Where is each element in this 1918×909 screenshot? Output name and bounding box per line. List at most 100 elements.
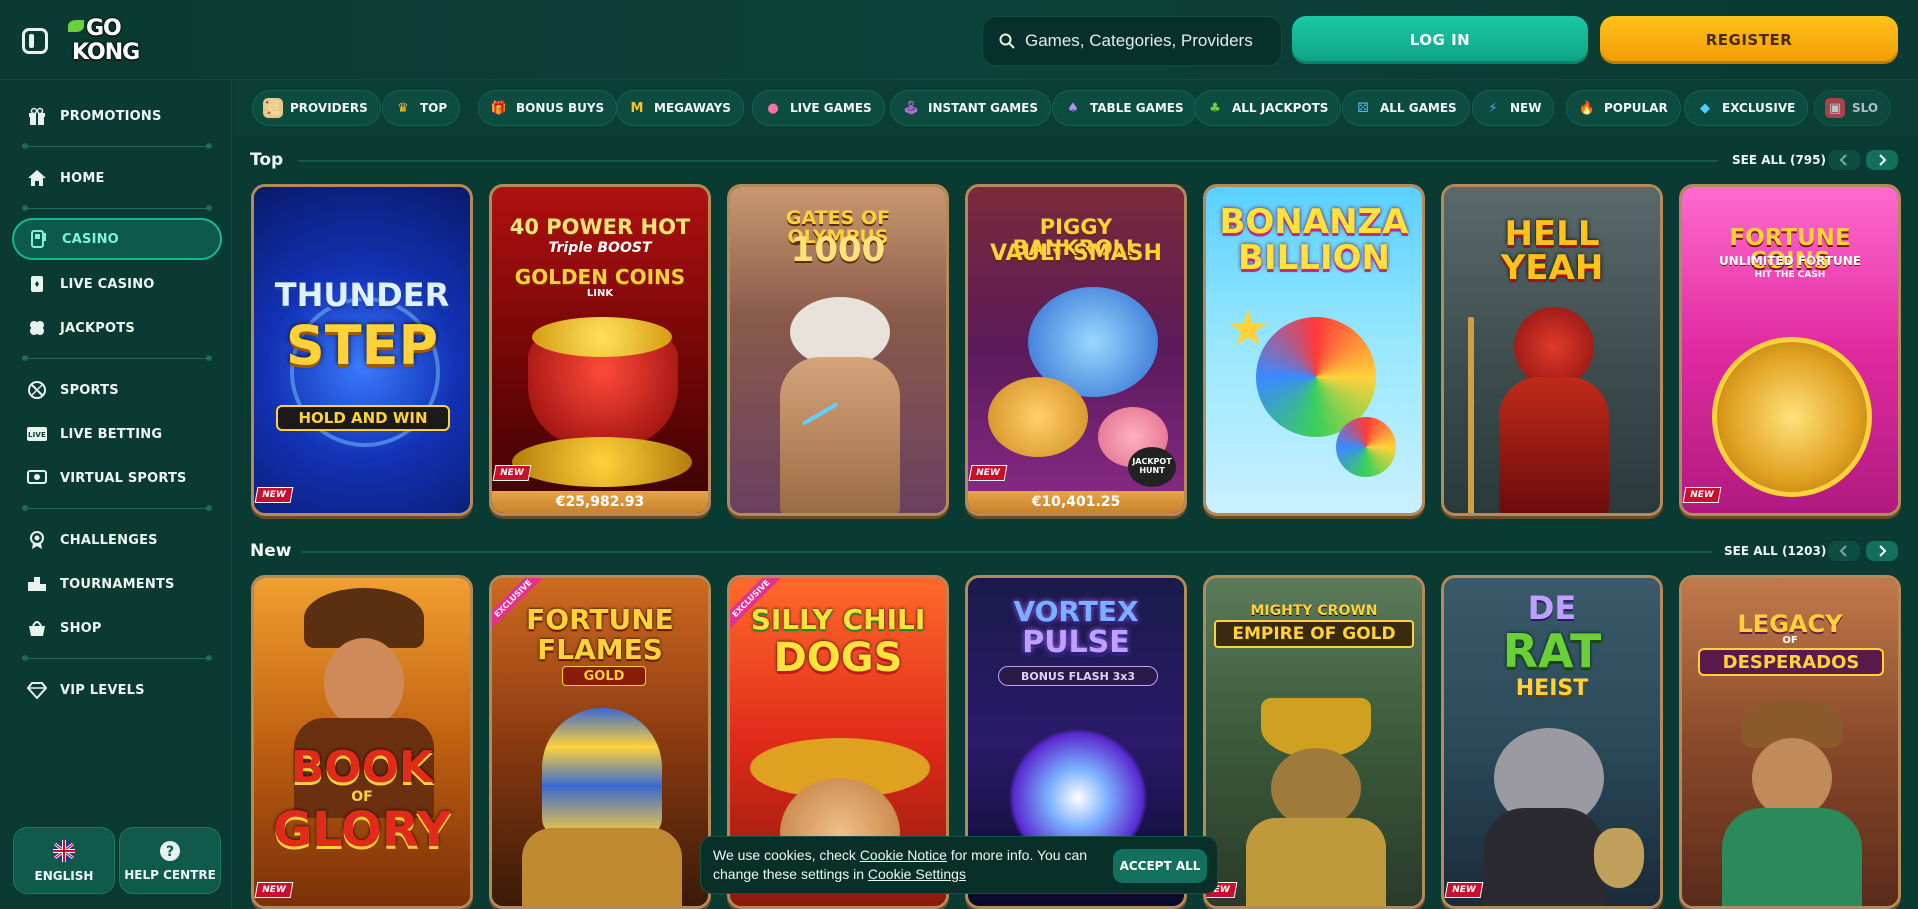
game-title-line2: BILLION bbox=[1238, 238, 1390, 278]
sidebar-item-vip-levels[interactable]: VIP LEVELS bbox=[12, 670, 222, 710]
new-badge: NEW bbox=[492, 465, 532, 481]
new-prev-button[interactable] bbox=[1828, 541, 1860, 561]
category-table-games[interactable]: ♠ TABLE GAMES bbox=[1052, 90, 1197, 126]
slot-icon: ▣ bbox=[1825, 98, 1845, 118]
game-card-piggy-bankroll[interactable]: PIGGY BANKROLL VAULT SMASH JACKPOT HUNT … bbox=[965, 184, 1187, 516]
sidebar-divider bbox=[22, 355, 212, 361]
game-subtitle: HEIST bbox=[1515, 676, 1589, 701]
category-label: PROVIDERS bbox=[290, 101, 368, 115]
game-title: HELL YEAH bbox=[1500, 214, 1604, 288]
jackpot-hunt-badge: JACKPOT HUNT bbox=[1128, 447, 1176, 487]
category-top[interactable]: ♛ TOP bbox=[382, 90, 461, 126]
jackpot-amount: €10,401.25 bbox=[968, 491, 1184, 513]
sidebar-item-label: SPORTS bbox=[60, 382, 119, 398]
sidebar-item-label: LIVE BETTING bbox=[60, 426, 163, 442]
game-card-book-of-glory[interactable]: BOOK OF GLORY NEW bbox=[251, 575, 473, 909]
help-centre-button[interactable]: ? HELP CENTRE bbox=[119, 827, 221, 894]
login-button[interactable]: LOG IN bbox=[1292, 16, 1588, 64]
chip-icon: ● bbox=[767, 100, 779, 116]
see-all-top-link[interactable]: SEE ALL (795) bbox=[1732, 153, 1826, 167]
game-subtitle: HOLD AND WIN bbox=[276, 405, 450, 431]
top-next-button[interactable] bbox=[1866, 150, 1898, 170]
game-card-mighty-crown[interactable]: MIGHTY CROWN EMPIRE OF GOLD NEW bbox=[1203, 575, 1425, 909]
section-divider bbox=[298, 160, 1718, 162]
game-card-thunder-step[interactable]: THUNDER STEP HOLD AND WIN NEW bbox=[251, 184, 473, 516]
search-box[interactable] bbox=[982, 16, 1282, 66]
podium-icon bbox=[26, 573, 48, 595]
sidebar-item-sports[interactable]: SPORTS bbox=[12, 370, 222, 410]
sidebar-item-live-betting[interactable]: LIVE LIVE BETTING bbox=[12, 414, 222, 454]
category-label: BONUS BUYS bbox=[516, 101, 605, 115]
accept-all-button[interactable]: ACCEPT ALL bbox=[1113, 849, 1207, 883]
slot-machine-icon bbox=[28, 228, 50, 250]
gokong-logo[interactable]: GO KONG bbox=[68, 14, 142, 68]
sidebar-toggle-icon[interactable] bbox=[22, 28, 48, 54]
category-popular[interactable]: 🔥 POPULAR bbox=[1566, 90, 1681, 126]
svg-text:LIVE: LIVE bbox=[28, 431, 46, 439]
live-icon: LIVE bbox=[26, 423, 48, 445]
game-card-hell-yeah[interactable]: HELL YEAH bbox=[1441, 184, 1663, 516]
sidebar-item-jackpots[interactable]: JACKPOTS bbox=[12, 308, 222, 348]
sidebar-item-challenges[interactable]: CHALLENGES bbox=[12, 520, 222, 560]
category-providers[interactable]: 📜 PROVIDERS bbox=[252, 90, 381, 126]
sidebar-item-label: CASINO bbox=[62, 231, 119, 247]
top-header: GO KONG LOG IN REGISTER bbox=[0, 0, 1918, 80]
game-card-fortune-coins[interactable]: FORTUNE COINS UNLIMITED FORTUNE HIT THE … bbox=[1679, 184, 1901, 516]
game-subtitle: HIT THE CASH bbox=[1754, 270, 1826, 280]
game-title: SILLY CHILI bbox=[750, 603, 926, 636]
sidebar-item-tournaments[interactable]: TOURNAMENTS bbox=[12, 564, 222, 604]
game-title-line2: FLAMES bbox=[537, 633, 663, 666]
lightning-icon: ⚡ bbox=[1488, 100, 1498, 116]
sidebar-item-casino[interactable]: CASINO bbox=[12, 218, 222, 260]
see-all-new-link[interactable]: SEE ALL (1203) bbox=[1724, 544, 1826, 558]
category-all-jackpots[interactable]: ♣ ALL JACKPOTS bbox=[1194, 90, 1342, 126]
category-live-games[interactable]: ● LIVE GAMES bbox=[752, 90, 885, 126]
cards-icon bbox=[26, 273, 48, 295]
game-card-40-power-hot[interactable]: 40 POWER HOT Triple BOOST GOLDEN COINS L… bbox=[489, 184, 711, 516]
category-megaways[interactable]: M MEGAWAYS bbox=[616, 90, 744, 126]
category-exclusive[interactable]: ◆ EXCLUSIVE bbox=[1684, 90, 1809, 126]
top-prev-button[interactable] bbox=[1828, 150, 1860, 170]
sidebar-item-label: SHOP bbox=[60, 620, 102, 636]
game-title-line2: STEP bbox=[285, 314, 439, 377]
game-title: VORTEX bbox=[1013, 595, 1139, 628]
sidebar-item-home[interactable]: HOME bbox=[12, 158, 222, 198]
language-button[interactable]: ENGLISH bbox=[13, 827, 115, 894]
search-icon bbox=[999, 33, 1015, 49]
register-button[interactable]: REGISTER bbox=[1600, 16, 1898, 64]
flame-icon: 🔥 bbox=[1578, 100, 1596, 116]
game-title-line2: VAULT SMASH bbox=[990, 241, 1162, 266]
chevron-right-icon bbox=[1879, 545, 1887, 557]
new-next-button[interactable] bbox=[1866, 541, 1898, 561]
cookie-text: We use cookies, check Cookie Notice for … bbox=[713, 846, 1113, 884]
sidebar-item-promotions[interactable]: PROMOTIONS bbox=[12, 96, 222, 136]
category-bonus-buys[interactable]: 🎁 BONUS BUYS bbox=[478, 90, 618, 126]
cookie-settings-link[interactable]: Cookie Settings bbox=[868, 866, 966, 882]
game-card-fortune-flames[interactable]: EXCLUSIVE FORTUNE FLAMES GOLD bbox=[489, 575, 711, 909]
sidebar-item-label: VIP LEVELS bbox=[60, 682, 145, 698]
category-slots[interactable]: ▣ SLO bbox=[1814, 90, 1892, 126]
sidebar-item-virtual-sports[interactable]: VIRTUAL SPORTS bbox=[12, 458, 222, 498]
game-title-line2: DESPERADOS bbox=[1698, 648, 1884, 676]
game-title: BONANZA bbox=[1219, 202, 1409, 242]
sidebar-item-live-casino[interactable]: LIVE CASINO bbox=[12, 264, 222, 304]
category-label: LIVE GAMES bbox=[790, 101, 872, 115]
category-new[interactable]: ⚡ NEW bbox=[1472, 90, 1555, 126]
game-card-legacy-of-desperados[interactable]: LEGACY OF DESPERADOS bbox=[1679, 575, 1901, 909]
category-all-games[interactable]: ⚄ ALL GAMES bbox=[1342, 90, 1470, 126]
game-card-de-rat-heist[interactable]: DE RAT HEIST NEW bbox=[1441, 575, 1663, 909]
new-badge: NEW bbox=[1682, 487, 1722, 503]
category-instant-games[interactable]: 🕹 INSTANT GAMES bbox=[890, 90, 1052, 126]
game-card-gates-of-olympus-1000[interactable]: GATES OF OLYMPUS 1000 bbox=[727, 184, 949, 516]
game-boost-label: Triple BOOST bbox=[548, 240, 652, 256]
cookie-notice-link[interactable]: Cookie Notice bbox=[860, 847, 947, 863]
game-title-of: OF bbox=[1782, 635, 1798, 646]
uk-flag-icon bbox=[53, 839, 75, 862]
cookie-banner: We use cookies, check Cookie Notice for … bbox=[700, 836, 1218, 894]
category-label: SLO bbox=[1852, 101, 1879, 115]
search-input[interactable] bbox=[1025, 31, 1255, 51]
game-title-line2: RAT bbox=[1502, 624, 1602, 678]
sidebar-item-shop[interactable]: SHOP bbox=[12, 608, 222, 648]
game-title-line2: DOGS bbox=[773, 635, 903, 681]
game-card-bonanza-billion[interactable]: BONANZA BILLION bbox=[1203, 184, 1425, 516]
